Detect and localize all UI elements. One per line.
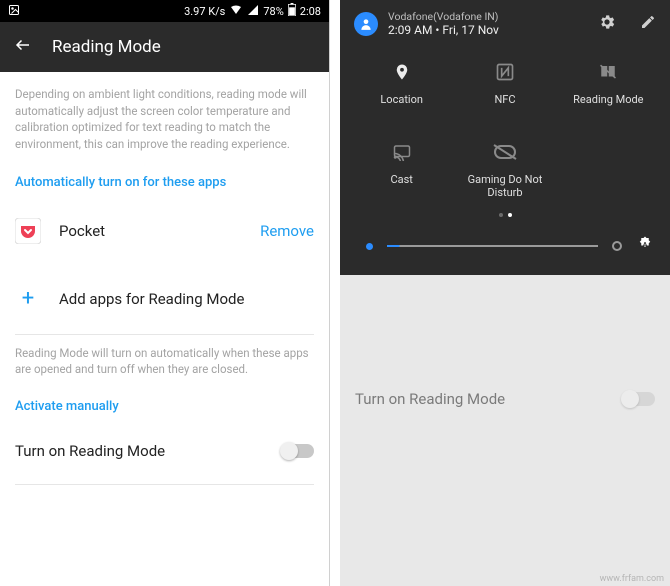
edit-pencil-icon[interactable] [640, 14, 656, 34]
settings-gear-icon[interactable] [598, 13, 616, 35]
tile-gaming-dnd[interactable]: Gaming Do Not Disturb [453, 141, 556, 199]
clock-time: 2:08 [300, 5, 321, 18]
background-toggle-row: Turn on Reading Mode [340, 390, 670, 408]
description-text: Depending on ambient light conditions, r… [15, 86, 314, 153]
auto-note-text: Reading Mode will turn on automatically … [15, 345, 314, 377]
background-switch[interactable] [623, 392, 655, 406]
remove-link[interactable]: Remove [260, 222, 314, 240]
divider [15, 484, 314, 485]
carrier-label: Vodafone(Vodafone IN) [388, 10, 574, 23]
tile-cast[interactable]: Cast [350, 141, 453, 199]
svg-text:A: A [643, 241, 648, 249]
toggle-label: Turn on Reading Mode [15, 442, 165, 460]
tile-nfc[interactable]: NFC [453, 61, 556, 117]
brightness-slider-row: A [340, 217, 670, 263]
plus-icon: + [15, 286, 41, 311]
qs-info: Vodafone(Vodafone IN) 2:09 AM • Fri, 17 … [388, 10, 574, 37]
brightness-high-icon [612, 241, 622, 251]
app-name-label: Pocket [59, 222, 260, 240]
qs-tile-grid: Location NFC Reading Mode Cast [340, 41, 670, 207]
user-avatar-icon[interactable] [354, 12, 378, 36]
tile-label: Gaming Do Not Disturb [453, 173, 556, 199]
reading-mode-toggle-row: Turn on Reading Mode [15, 426, 314, 476]
page-title: Reading Mode [52, 37, 161, 57]
back-arrow-icon[interactable] [14, 36, 32, 59]
reading-mode-switch[interactable] [282, 444, 314, 458]
tile-reading-mode[interactable]: Reading Mode [557, 61, 660, 117]
section-manual-header: Activate manually [15, 399, 314, 414]
right-phone-screen: Turn on Reading Mode Vodafone(Vodafone I… [340, 0, 670, 586]
section-auto-header: Automatically turn on for these apps [15, 175, 314, 190]
tile-label: Location [380, 93, 423, 117]
battery-icon [288, 3, 296, 19]
brightness-slider[interactable] [387, 245, 598, 247]
quick-settings-panel: Vodafone(Vodafone IN) 2:09 AM • Fri, 17 … [340, 0, 670, 275]
add-apps-label: Add apps for Reading Mode [59, 290, 314, 308]
tile-empty [557, 141, 660, 199]
app-bar: Reading Mode [0, 22, 329, 72]
app-row-pocket[interactable]: Pocket Remove [15, 204, 314, 258]
tile-label: Cast [390, 173, 412, 197]
gaming-dnd-icon [493, 141, 517, 163]
left-phone-screen: 3.97 K/s 78% 2:08 Reading Mode Depending… [0, 0, 330, 586]
content-area: Depending on ambient light conditions, r… [0, 72, 329, 485]
tile-label: NFC [494, 93, 515, 117]
divider [15, 334, 314, 335]
location-pin-icon [393, 61, 411, 83]
pocket-app-icon [15, 218, 41, 244]
brightness-low-icon [366, 243, 373, 250]
add-apps-row[interactable]: + Add apps for Reading Mode [15, 272, 314, 326]
background-toggle-label: Turn on Reading Mode [355, 390, 505, 408]
status-bar: 3.97 K/s 78% 2:08 [0, 0, 329, 22]
cast-icon [391, 141, 413, 163]
tile-label: Reading Mode [573, 93, 643, 117]
network-speed: 3.97 K/s [184, 5, 225, 18]
wifi-icon [229, 4, 243, 19]
reading-mode-icon [597, 61, 619, 83]
qs-header: Vodafone(Vodafone IN) 2:09 AM • Fri, 17 … [340, 0, 670, 41]
nfc-icon [495, 61, 515, 83]
auto-brightness-icon[interactable]: A [636, 235, 654, 257]
tile-location[interactable]: Location [350, 61, 453, 117]
dot-icon [499, 213, 503, 217]
datetime-label: 2:09 AM • Fri, 17 Nov [388, 23, 574, 37]
signal-icon [247, 4, 259, 19]
image-icon [8, 4, 20, 19]
dot-icon [508, 213, 512, 217]
battery-percent: 78% [263, 5, 283, 18]
watermark-text: www.frfam.com [600, 574, 664, 584]
